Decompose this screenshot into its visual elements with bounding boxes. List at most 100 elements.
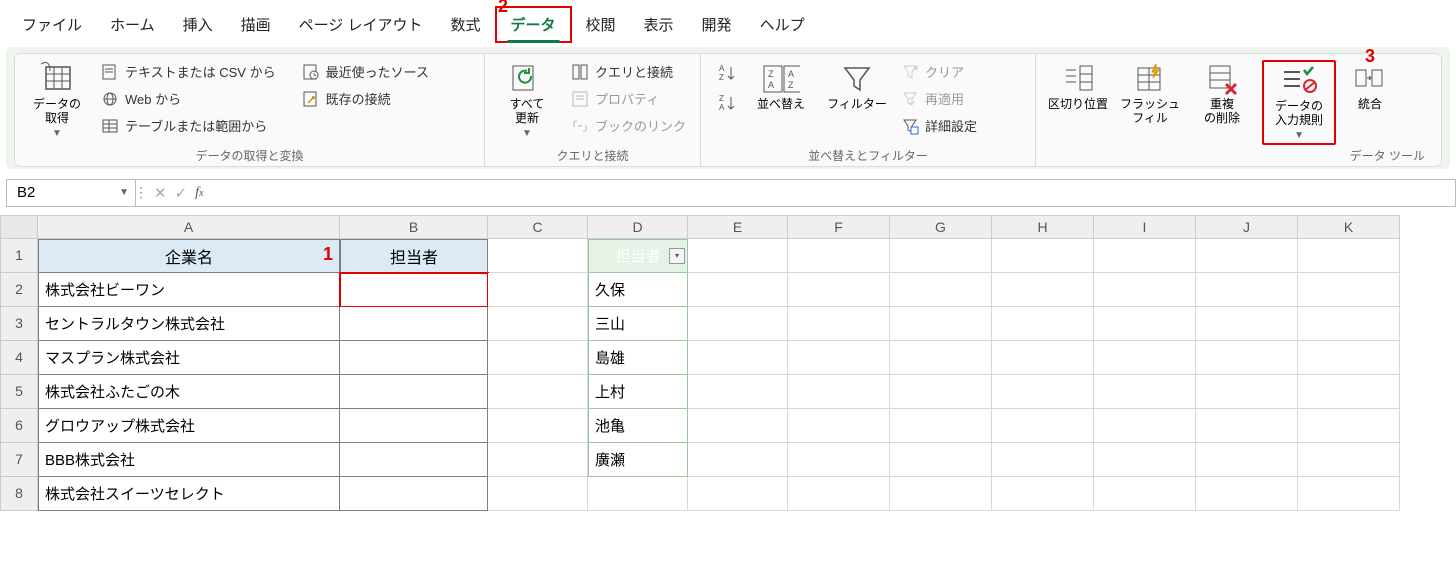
cell-K3[interactable]	[1298, 307, 1400, 341]
sort-button[interactable]: ZAAZ 並べ替え	[745, 60, 817, 114]
cell-J8[interactable]	[1196, 477, 1298, 511]
cell-D6[interactable]: 池亀	[588, 409, 688, 443]
column-header-K[interactable]: K	[1298, 215, 1400, 239]
cell-H3[interactable]	[992, 307, 1094, 341]
cell-A6[interactable]: グロウアップ株式会社	[38, 409, 340, 443]
cell-J3[interactable]	[1196, 307, 1298, 341]
cell-K8[interactable]	[1298, 477, 1400, 511]
cell-C3[interactable]	[488, 307, 588, 341]
cell-G8[interactable]	[890, 477, 992, 511]
cancel-icon[interactable]: ✕	[154, 184, 167, 202]
cell-K5[interactable]	[1298, 375, 1400, 409]
column-header-J[interactable]: J	[1196, 215, 1298, 239]
tab-formula[interactable]: 数式	[436, 8, 494, 41]
cell-F4[interactable]	[788, 341, 890, 375]
cell-F8[interactable]	[788, 477, 890, 511]
formula-bar[interactable]	[212, 179, 1456, 207]
cell-G5[interactable]	[890, 375, 992, 409]
row-header[interactable]: 6	[0, 409, 38, 443]
cell-J4[interactable]	[1196, 341, 1298, 375]
cell-C2[interactable]	[488, 273, 588, 307]
cell-E3[interactable]	[688, 307, 788, 341]
cell-A5[interactable]: 株式会社ふたごの木	[38, 375, 340, 409]
cell-J1[interactable]	[1196, 239, 1298, 273]
from-web-button[interactable]: Web から	[97, 87, 280, 110]
cell-C8[interactable]	[488, 477, 588, 511]
cell-K4[interactable]	[1298, 341, 1400, 375]
tab-file[interactable]: ファイル	[8, 8, 96, 41]
cell-F6[interactable]	[788, 409, 890, 443]
column-header-G[interactable]: G	[890, 215, 992, 239]
tab-review[interactable]: 校閲	[572, 8, 630, 41]
cell-A1[interactable]: 企業名1	[38, 239, 340, 273]
column-header-D[interactable]: D	[588, 215, 688, 239]
cell-D2[interactable]: 久保	[588, 273, 688, 307]
cell-I8[interactable]	[1094, 477, 1196, 511]
cell-G3[interactable]	[890, 307, 992, 341]
cell-B4[interactable]	[340, 341, 488, 375]
tab-draw[interactable]: 描画	[227, 8, 285, 41]
cell-C7[interactable]	[488, 443, 588, 477]
cell-D5[interactable]: 上村	[588, 375, 688, 409]
tab-home[interactable]: ホーム	[96, 8, 169, 41]
from-table-button[interactable]: テーブルまたは範囲から	[97, 114, 280, 137]
cell-K7[interactable]	[1298, 443, 1400, 477]
cell-H5[interactable]	[992, 375, 1094, 409]
remove-duplicates-button[interactable]: 重複 の削除	[1190, 60, 1254, 128]
cell-G4[interactable]	[890, 341, 992, 375]
cell-K6[interactable]	[1298, 409, 1400, 443]
cell-D7[interactable]: 廣瀬	[588, 443, 688, 477]
filter-dropdown-icon[interactable]: ▾	[669, 248, 685, 264]
cell-K2[interactable]	[1298, 273, 1400, 307]
cell-I3[interactable]	[1094, 307, 1196, 341]
properties-button[interactable]: プロパティ	[567, 87, 690, 110]
cell-F1[interactable]	[788, 239, 890, 273]
tab-view[interactable]: 表示	[630, 8, 688, 41]
cell-B7[interactable]	[340, 443, 488, 477]
fx-icon[interactable]: fx	[195, 185, 203, 201]
cell-B3[interactable]	[340, 307, 488, 341]
cell-J6[interactable]	[1196, 409, 1298, 443]
cell-J5[interactable]	[1196, 375, 1298, 409]
row-header[interactable]: 1	[0, 239, 38, 273]
cell-H1[interactable]	[992, 239, 1094, 273]
column-header-A[interactable]: A	[38, 215, 340, 239]
flash-fill-button[interactable]: フラッシュ フィル	[1118, 60, 1182, 128]
cell-D4[interactable]: 島雄	[588, 341, 688, 375]
cell-H2[interactable]	[992, 273, 1094, 307]
cell-I2[interactable]	[1094, 273, 1196, 307]
filter-button[interactable]: フィルター	[825, 60, 889, 114]
cell-G2[interactable]	[890, 273, 992, 307]
cell-I1[interactable]	[1094, 239, 1196, 273]
existing-conn-button[interactable]: 既存の接続	[298, 87, 433, 110]
cell-B5[interactable]	[340, 375, 488, 409]
name-box[interactable]: B2 ▼	[6, 179, 136, 207]
cell-F5[interactable]	[788, 375, 890, 409]
column-header-E[interactable]: E	[688, 215, 788, 239]
column-header-B[interactable]: B	[340, 215, 488, 239]
column-header-I[interactable]: I	[1094, 215, 1196, 239]
cell-E8[interactable]	[688, 477, 788, 511]
cell-B6[interactable]	[340, 409, 488, 443]
row-header[interactable]: 5	[0, 375, 38, 409]
row-header[interactable]: 3	[0, 307, 38, 341]
cell-F3[interactable]	[788, 307, 890, 341]
tab-dev[interactable]: 開発	[688, 8, 746, 41]
text-to-columns-button[interactable]: 区切り位置	[1046, 60, 1110, 114]
tab-insert[interactable]: 挿入	[169, 8, 227, 41]
sort-desc-button[interactable]: ZA	[711, 90, 737, 112]
cell-H8[interactable]	[992, 477, 1094, 511]
cell-C1[interactable]	[488, 239, 588, 273]
enter-icon[interactable]: ✓	[175, 184, 188, 202]
cell-A4[interactable]: マスプラン株式会社	[38, 341, 340, 375]
cell-C5[interactable]	[488, 375, 588, 409]
cell-G6[interactable]	[890, 409, 992, 443]
cell-J7[interactable]	[1196, 443, 1298, 477]
cell-C4[interactable]	[488, 341, 588, 375]
column-header-C[interactable]: C	[488, 215, 588, 239]
cell-F2[interactable]	[788, 273, 890, 307]
cell-C6[interactable]	[488, 409, 588, 443]
cell-I4[interactable]	[1094, 341, 1196, 375]
cell-B1[interactable]: 担当者	[340, 239, 488, 273]
cell-K1[interactable]	[1298, 239, 1400, 273]
